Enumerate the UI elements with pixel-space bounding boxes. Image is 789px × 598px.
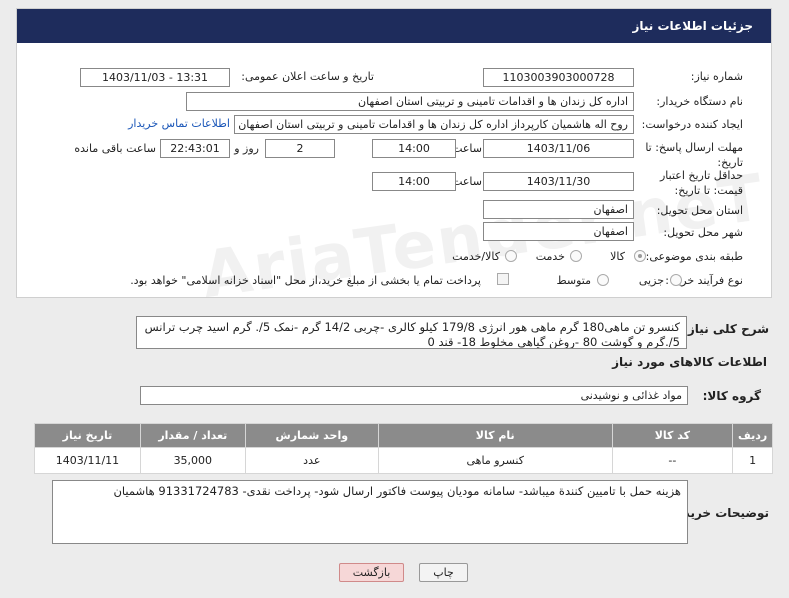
- cell-name: کنسرو ماهی: [377, 447, 613, 474]
- col-header-name: نام کالا: [377, 423, 613, 448]
- buyer-org-field[interactable]: اداره کل زندان ها و اقدامات تامینی و ترب…: [186, 92, 634, 111]
- purchase-radio-minor[interactable]: [670, 274, 682, 286]
- goods-group-label: گروه کالا:: [702, 389, 761, 403]
- treasury-payment-checkbox[interactable]: [497, 273, 509, 285]
- province-label: استان محل تحویل:: [656, 204, 743, 217]
- cell-date: 1403/11/11: [34, 447, 141, 474]
- col-header-date: تاریخ نیاز: [34, 423, 141, 448]
- creator-field[interactable]: روح اله هاشمیان کارپرداز اداره کل زندان …: [234, 115, 634, 134]
- deadline-label: مهلت ارسال پاسخ: تا تاریخ:: [645, 141, 743, 169]
- panel-header: جزئیات اطلاعات نیاز: [17, 9, 771, 43]
- validity-time-label: ساعت: [452, 175, 482, 188]
- print-button[interactable]: چاپ: [419, 563, 468, 582]
- category-option-service: خدمت: [535, 250, 565, 263]
- cell-quantity: 35,000: [139, 447, 246, 474]
- days-label: روز و: [234, 142, 259, 155]
- cell-code: --: [611, 447, 734, 474]
- purchase-radio-medium[interactable]: [597, 274, 609, 286]
- category-option-goods: کالا: [610, 250, 625, 263]
- deadline-date-field[interactable]: 1403/11/06: [483, 139, 634, 158]
- table-row[interactable]: 1 -- کنسرو ماهی عدد 35,000 1403/11/11: [34, 447, 773, 474]
- table-header-row: ردیف کد کالا نام کالا واحد شمارش تعداد /…: [34, 423, 773, 448]
- remaining-time-field[interactable]: 22:43:01: [160, 139, 230, 158]
- days-field[interactable]: 2: [265, 139, 335, 158]
- goods-table: ردیف کد کالا نام کالا واحد شمارش تعداد /…: [34, 423, 773, 474]
- col-header-quantity: تعداد / مقدار: [139, 423, 246, 448]
- validity-time-field[interactable]: 14:00: [372, 172, 456, 191]
- purchase-option-minor: جزیی: [638, 274, 664, 287]
- payment-note: پرداخت تمام یا بخشی از مبلغ خرید،از محل …: [130, 274, 481, 287]
- city-field[interactable]: اصفهان: [483, 222, 634, 241]
- general-desc-label: شرح کلی نیاز:: [683, 322, 769, 336]
- need-number-field[interactable]: 1103003903000728: [483, 68, 634, 87]
- contact-info-link[interactable]: اطلاعات تماس خریدار: [128, 117, 230, 130]
- category-radio-goods[interactable]: [634, 250, 646, 262]
- category-radio-both[interactable]: [505, 250, 517, 262]
- buyer-notes-box[interactable]: هزینه حمل با تامیین کنندة میباشد- سامانه…: [52, 480, 688, 544]
- category-label: طبقه بندی موضوعی:: [645, 250, 743, 263]
- purchase-option-medium: متوسط: [556, 274, 591, 287]
- goods-group-field[interactable]: مواد غذائی و نوشیدنی: [140, 386, 688, 405]
- back-button[interactable]: بازگشت: [339, 563, 404, 582]
- creator-label: ایجاد کننده درخواست:: [641, 118, 743, 131]
- province-field[interactable]: اصفهان: [483, 200, 634, 219]
- cell-unit: عدد: [244, 447, 379, 474]
- deadline-time-field[interactable]: 14:00: [372, 139, 456, 158]
- category-radio-service[interactable]: [570, 250, 582, 262]
- city-label: شهر محل تحویل:: [663, 226, 743, 239]
- category-option-both: کالا/خدمت: [452, 250, 500, 263]
- validity-date-field[interactable]: 1403/11/30: [483, 172, 634, 191]
- col-header-unit: واحد شمارش: [244, 423, 379, 448]
- validity-label: حداقل تاریخ اعتبار قیمت: تا تاریخ:: [659, 169, 743, 197]
- col-header-row-no: ردیف: [732, 423, 773, 448]
- announce-label: تاریخ و ساعت اعلان عمومی:: [241, 70, 374, 83]
- deadline-time-label: ساعت: [452, 142, 482, 155]
- buyer-org-label: نام دستگاه خریدار:: [656, 95, 743, 108]
- announce-field[interactable]: 1403/11/03 - 13:31: [80, 68, 230, 87]
- cell-row-no: 1: [732, 447, 773, 474]
- goods-info-title: اطلاعات کالاهای مورد نیاز: [612, 355, 767, 369]
- need-number-label: شماره نیاز:: [690, 70, 743, 83]
- col-header-code: کد کالا: [611, 423, 734, 448]
- remaining-label: ساعت باقی مانده: [74, 142, 156, 155]
- general-desc-box[interactable]: کنسرو تن ماهی180 گرم ماهی هور انرژی 179/…: [136, 316, 687, 349]
